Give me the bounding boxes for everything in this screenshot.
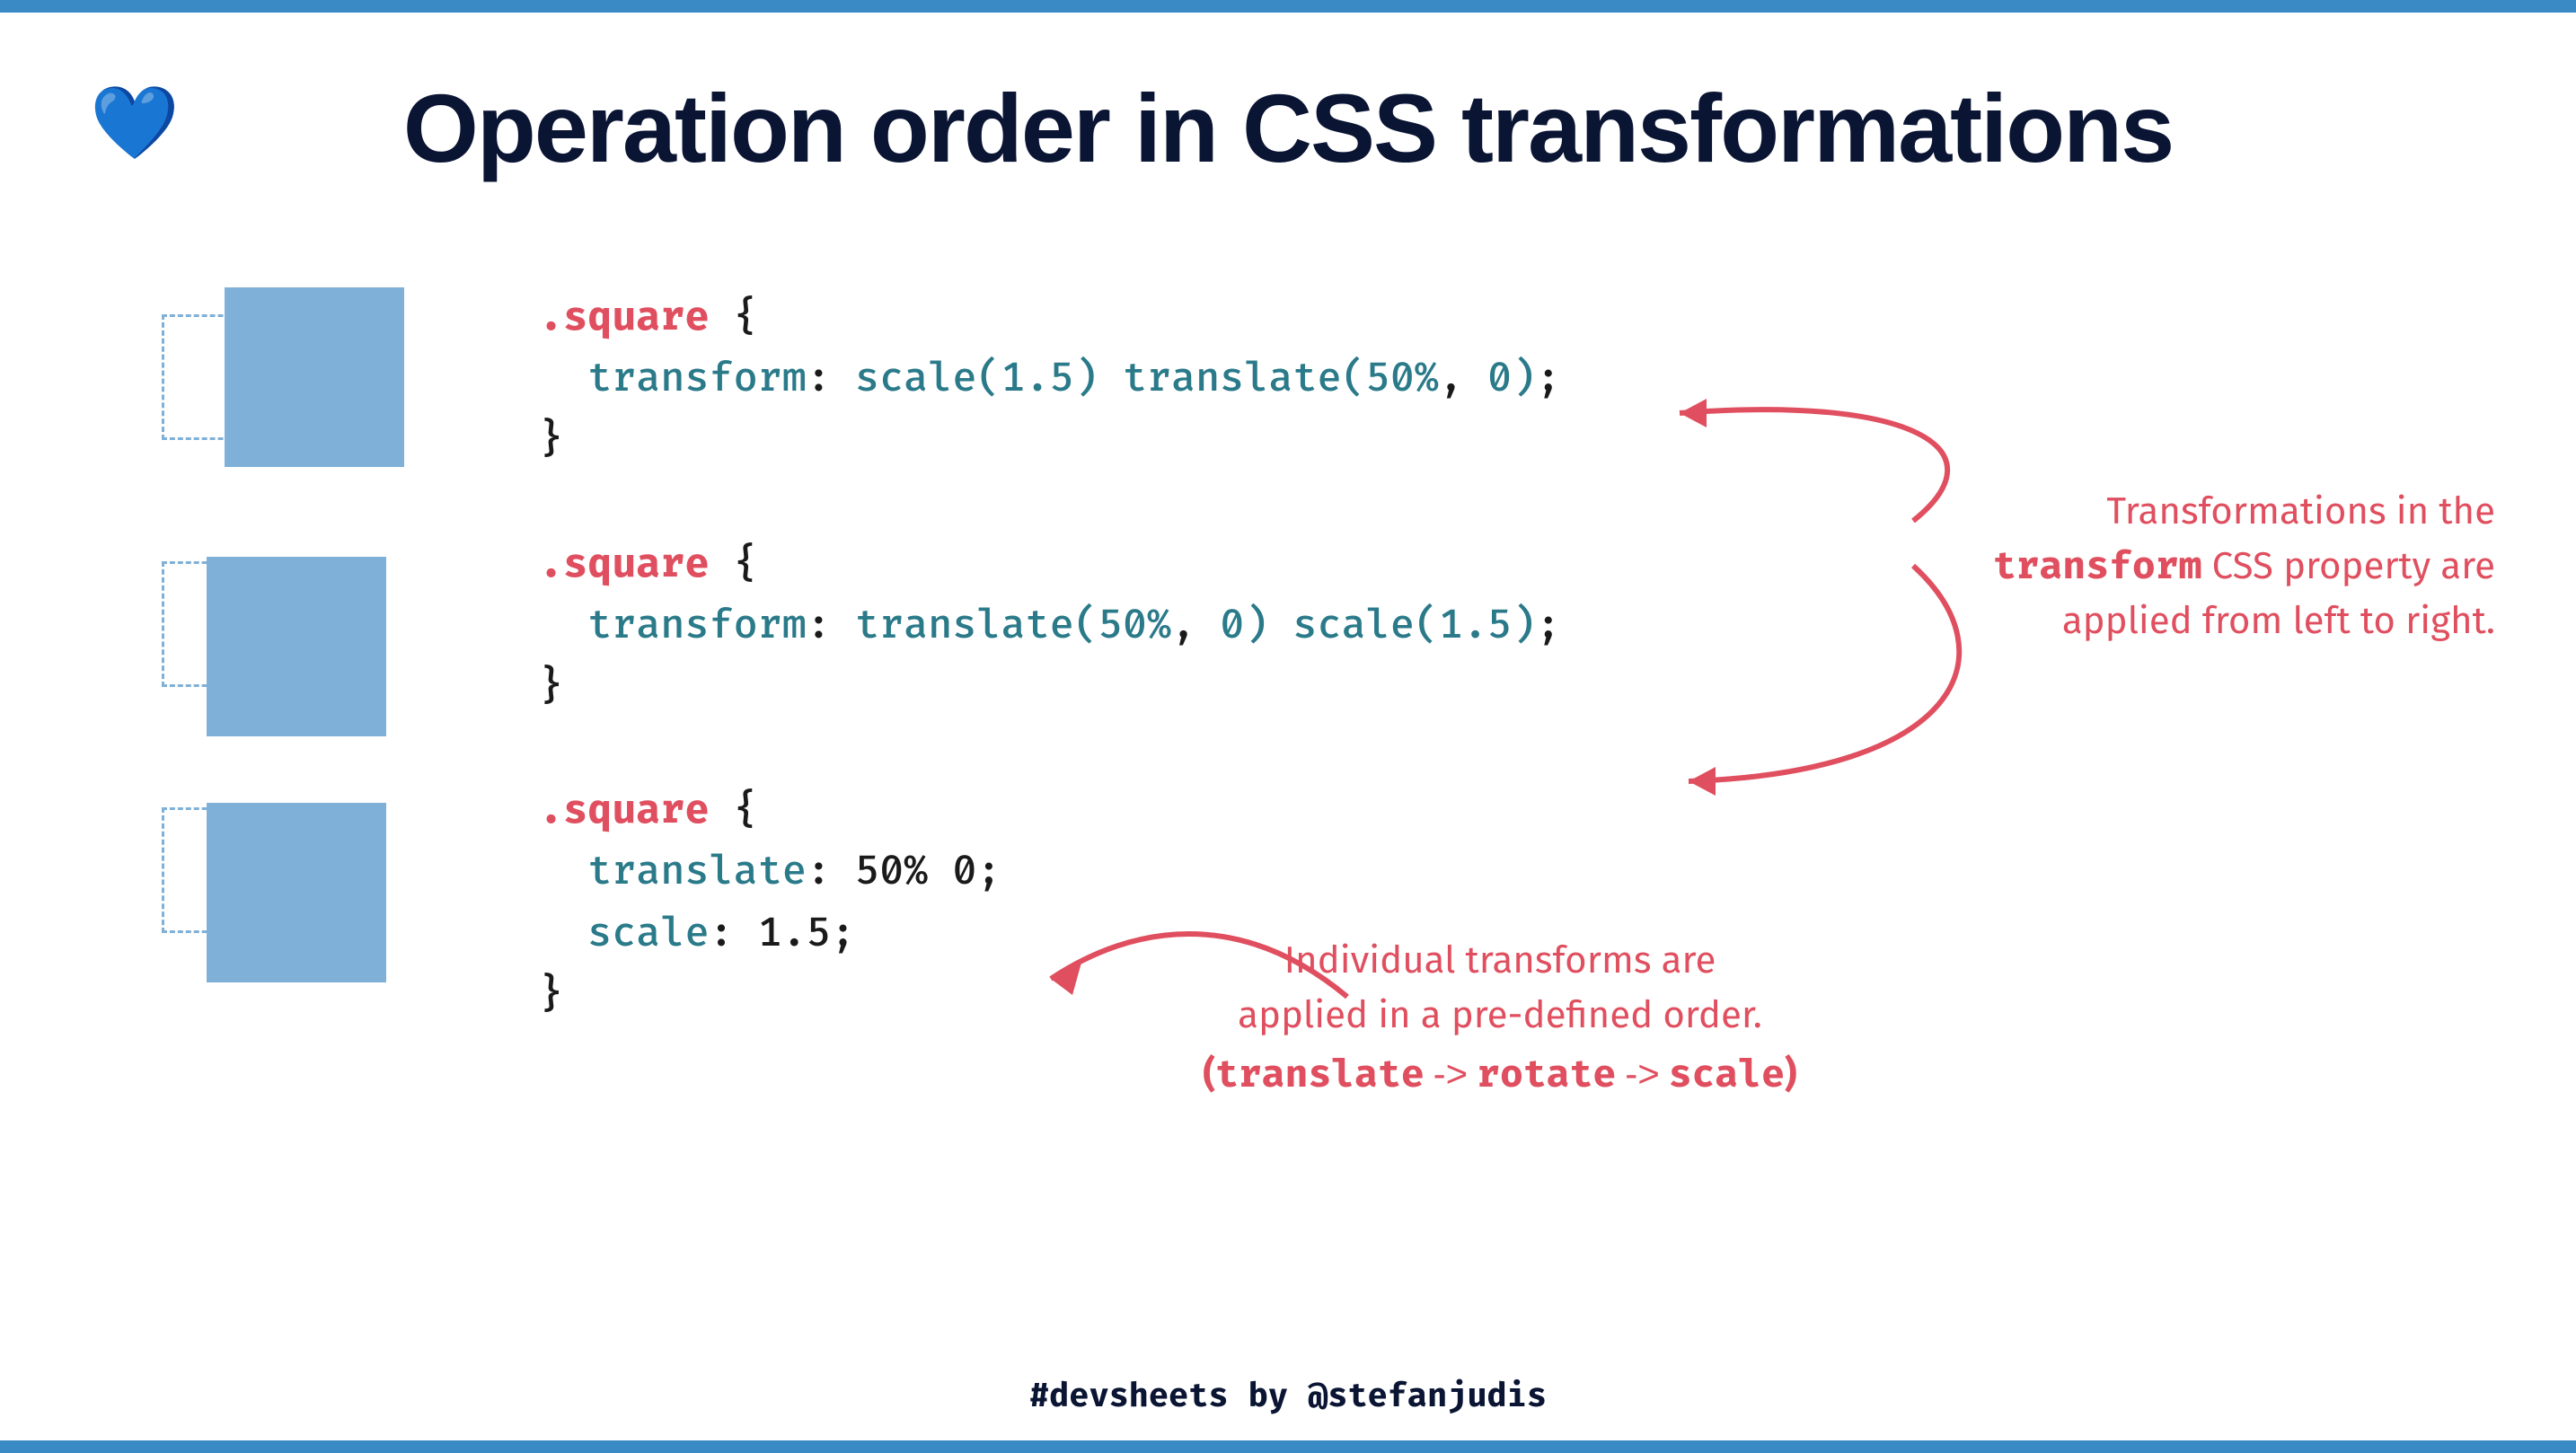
transformed-square: [225, 287, 404, 467]
annotation-individual-transforms: Individual transforms are applied in a p…: [1177, 934, 1823, 1103]
annotation-line: applied in a pre-defined order.: [1177, 989, 1823, 1044]
code-block-1: .square { transform: scale(1.5) translat…: [539, 287, 1560, 471]
arrow-text: ->: [1625, 1052, 1660, 1095]
order-scale: scale: [1669, 1052, 1785, 1098]
footer-hashtag: #devsheets: [1029, 1378, 1229, 1417]
annotation-line: applied from left to right.: [1956, 594, 2495, 649]
bottom-border-bar: [0, 1440, 2576, 1453]
annotation-keyword: transform: [1993, 543, 2202, 590]
top-border-bar: [0, 0, 2576, 13]
order-rotate: rotate: [1477, 1052, 1616, 1098]
arrow-text: ->: [1434, 1052, 1469, 1095]
footer-credit: #devsheets by @stefanjudis: [0, 1378, 2576, 1417]
footer-handle: @stefanjudis: [1308, 1378, 1547, 1417]
paren-close: ): [1785, 1052, 1797, 1097]
code-block-3: .square { translate: 50% 0; scale: 1.5; …: [539, 780, 1001, 1026]
demo-illustration-3: [162, 780, 413, 942]
transformed-square: [207, 803, 386, 982]
code-block-2: .square { transform: translate(50%, 0) s…: [539, 534, 1560, 718]
annotation-order-line: (translate -> rotate -> scale): [1177, 1047, 1823, 1103]
demo-illustration-1: [162, 287, 413, 449]
annotation-transform-order: Transformations in the transform CSS pro…: [1956, 485, 2495, 649]
annotation-line: transform CSS property are: [1956, 540, 2495, 594]
transformed-square: [207, 557, 386, 736]
example-row-1: .square { transform: scale(1.5) translat…: [162, 287, 2486, 471]
demo-illustration-2: [162, 534, 413, 696]
footer-by: by: [1229, 1378, 1309, 1417]
page-title: Operation order in CSS transformations: [0, 72, 2576, 184]
annotation-line: Transformations in the: [1956, 485, 2495, 540]
order-translate: translate: [1215, 1052, 1425, 1098]
paren-open: (: [1203, 1052, 1215, 1097]
annotation-line: Individual transforms are: [1177, 934, 1823, 989]
annotation-text: CSS property are: [2201, 544, 2495, 589]
